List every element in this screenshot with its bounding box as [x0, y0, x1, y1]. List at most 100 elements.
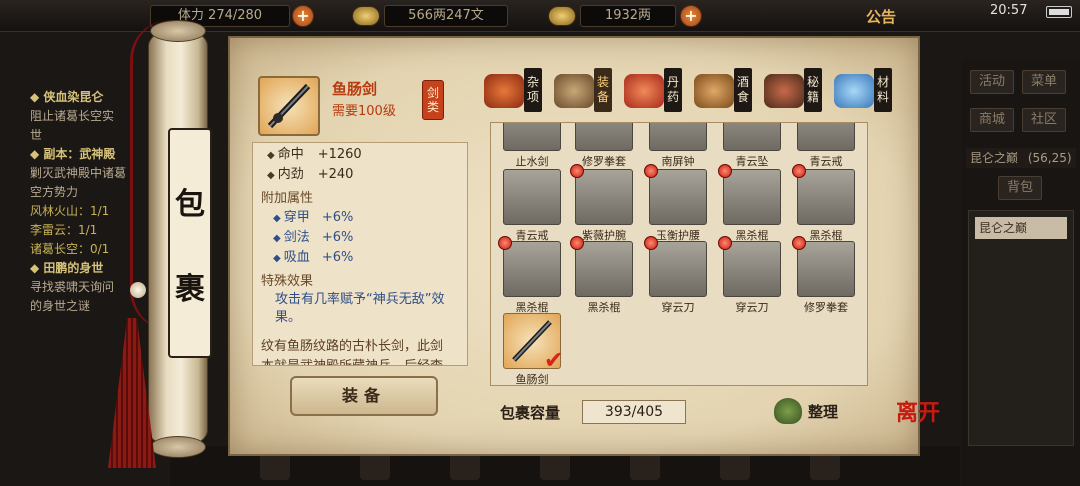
- item-type-char: 类: [426, 100, 439, 114]
- shop-button[interactable]: 商城: [970, 108, 1014, 132]
- tab-label: 装备: [594, 68, 612, 112]
- staff-icon: [498, 236, 561, 297]
- material-crystal-icon: [834, 74, 874, 108]
- inventory-slot[interactable]: 玉衡护腰: [644, 164, 709, 243]
- inventory-slot[interactable]: 穿云刀: [718, 236, 783, 315]
- bonus-name: 剑法: [283, 230, 310, 245]
- location-display: 昆仑之巅 (56,25): [966, 148, 1076, 168]
- inventory-slot[interactable]: 黑杀棍: [792, 164, 857, 243]
- gold-ingot-icon: [548, 6, 576, 26]
- gold-display: 1932两: [580, 5, 676, 27]
- stat-value: +240: [317, 167, 354, 182]
- leave-button[interactable]: 离开: [896, 402, 944, 446]
- item-requirement: 需要100级: [332, 104, 396, 119]
- new-item-dot: [644, 164, 658, 178]
- blade-icon: [644, 236, 707, 297]
- inventory-grid[interactable]: 止水剑 修罗拳套 南屏钟 青云坠 青云戒 青云戒 紫薇护腕 玉衡护腰 黑杀棍 黑…: [490, 122, 868, 386]
- clock: 20:57: [990, 3, 1028, 18]
- tab-materials[interactable]: 材料: [834, 68, 902, 112]
- ring-icon: [797, 123, 855, 151]
- equipped-check-icon: ✔: [543, 346, 564, 374]
- misc-jar-icon: [484, 74, 524, 108]
- stat-name: 内劲: [277, 167, 304, 182]
- stat-row: ◆ 内劲 +240: [261, 165, 459, 185]
- bracer-icon: [570, 164, 633, 225]
- special-effect-text: 攻击有几率赋予“神兵无敌”效果。: [275, 292, 445, 325]
- tab-label: 杂项: [524, 68, 542, 112]
- gauntlet-icon: [792, 236, 855, 297]
- sword-icon: [267, 83, 311, 129]
- item-stats-box[interactable]: ◆ 命中 +1260 ◆ 内劲 +240 附加属性 ◆ 穿甲 +6% ◆ 剑法 +6% …: [252, 142, 468, 366]
- new-item-dot: [718, 236, 732, 250]
- tab-label: 丹药: [664, 68, 682, 112]
- staff-icon: [570, 236, 633, 297]
- item-type-badge: 剑 类: [422, 80, 444, 120]
- slot-label: 修罗拳套: [804, 301, 848, 314]
- scroll-title: 包 裹: [168, 128, 212, 358]
- add-stamina-button[interactable]: +: [292, 5, 314, 27]
- inventory-slot[interactable]: 黑杀棍: [570, 236, 635, 315]
- community-button[interactable]: 社区: [1022, 108, 1066, 132]
- inventory-slot[interactable]: 穿云刀: [644, 236, 709, 315]
- announcement-button[interactable]: 公告: [866, 6, 896, 27]
- sort-label: 整理: [808, 403, 839, 421]
- tab-pills[interactable]: 丹药: [624, 68, 692, 112]
- inventory-slot[interactable]: 修罗拳套: [573, 123, 635, 169]
- wine-food-icon: [694, 74, 734, 108]
- inventory-slot[interactable]: 青云戒: [795, 123, 857, 169]
- ring-icon: [503, 169, 561, 225]
- slot-label: 止水剑: [515, 155, 549, 168]
- bag-icon: [774, 398, 802, 424]
- staff-icon: [792, 164, 855, 225]
- bonus-name: 吸血: [283, 250, 310, 265]
- tab-manuals[interactable]: 秘籍: [764, 68, 832, 112]
- inventory-slot[interactable]: 青云坠: [721, 123, 783, 169]
- stat-value: +1260: [317, 147, 362, 162]
- equip-button[interactable]: 装备: [290, 376, 438, 416]
- bonus-row: ◆ 吸血 +6%: [273, 250, 354, 265]
- bonus-value: +6%: [321, 250, 354, 265]
- inventory-slot-selected[interactable]: ✔ 鱼肠剑: [501, 313, 564, 385]
- menu-button[interactable]: 菜单: [1022, 70, 1066, 94]
- equipment-icon: [554, 74, 594, 108]
- inventory-slot[interactable]: 青云戒: [501, 169, 563, 243]
- bonus-row: ◆ 剑法 +6%: [273, 230, 354, 245]
- inventory-slot[interactable]: 黑杀棍: [498, 236, 563, 315]
- new-item-dot: [498, 236, 512, 250]
- map-panel: 昆仑之巅: [968, 210, 1074, 446]
- new-item-dot: [792, 236, 806, 250]
- slot-label: 穿云刀: [735, 301, 769, 314]
- inventory-slot[interactable]: 南屏钟: [647, 123, 709, 169]
- bonus-title: 附加属性: [261, 191, 314, 206]
- sword-icon: ✔: [503, 313, 564, 374]
- location-coords: (56,25): [1027, 151, 1072, 165]
- bell-icon: [649, 123, 707, 151]
- new-item-dot: [644, 236, 658, 250]
- inventory-slot[interactable]: 止水剑: [501, 123, 563, 169]
- bonus-value: +6%: [321, 210, 354, 225]
- manual-book-icon: [764, 74, 804, 108]
- slot-label: 穿云刀: [661, 301, 695, 314]
- new-item-dot: [792, 164, 806, 178]
- capacity-value: 393/405: [582, 400, 686, 424]
- backpack-tab[interactable]: 背包: [998, 176, 1042, 200]
- sort-button[interactable]: 整理: [774, 396, 854, 426]
- sword-icon: [503, 123, 561, 151]
- inventory-slot[interactable]: 紫薇护腕: [570, 164, 635, 243]
- battery-icon: [1046, 6, 1072, 18]
- scroll-cap-bottom: [150, 436, 206, 458]
- side-menu: 活动 菜单 商城 社区 昆仑之巅 (56,25) 背包 昆仑之巅: [962, 60, 1080, 486]
- new-item-dot: [570, 164, 584, 178]
- inventory-slot[interactable]: 修罗拳套: [792, 236, 857, 315]
- tab-equipment[interactable]: 装备: [554, 68, 622, 112]
- map-location-item[interactable]: 昆仑之巅: [975, 217, 1067, 239]
- pill-icon: [624, 74, 664, 108]
- tab-wine-food[interactable]: 酒食: [694, 68, 762, 112]
- bonus-row: ◆ 穿甲 +6%: [273, 210, 354, 225]
- tab-misc[interactable]: 杂项: [484, 68, 552, 112]
- bonus-value: +6%: [321, 230, 354, 245]
- stat-name: 命中: [277, 147, 304, 162]
- activity-button[interactable]: 活动: [970, 70, 1014, 94]
- add-gold-button[interactable]: +: [680, 5, 702, 27]
- inventory-slot[interactable]: 黑杀棍: [718, 164, 783, 243]
